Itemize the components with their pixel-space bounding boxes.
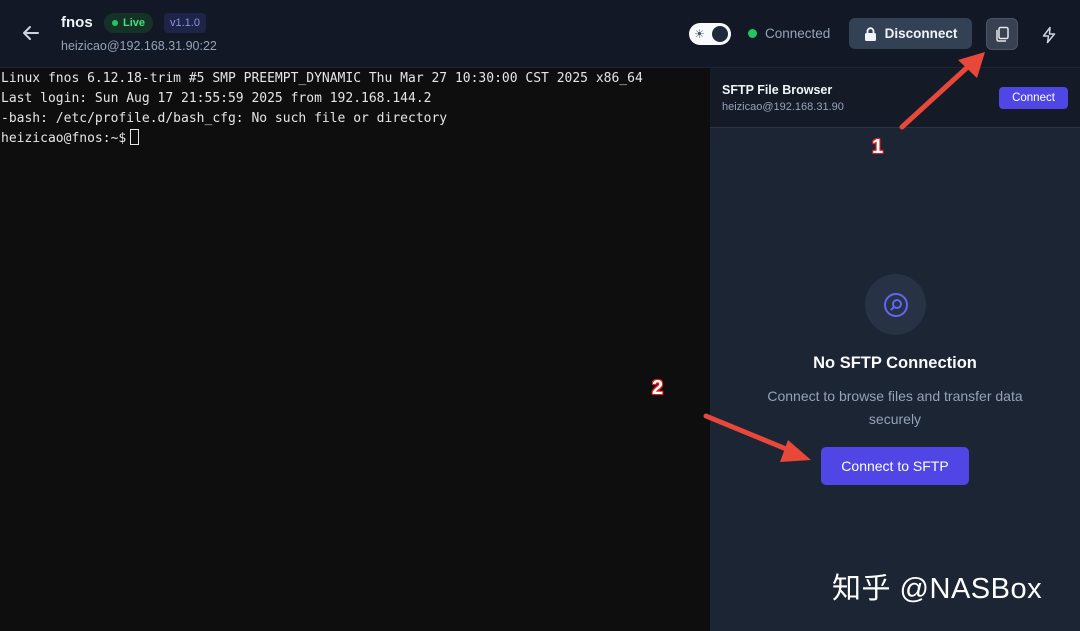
sftp-panel-header: SFTP File Browser heizicao@192.168.31.90… xyxy=(710,68,1080,128)
live-label: Live xyxy=(123,17,146,29)
step-2-label: 2 xyxy=(652,377,664,399)
watermark: 知乎 @NASBox xyxy=(832,573,1043,605)
sun-icon: ☀ xyxy=(694,27,705,41)
toggle-knob xyxy=(712,26,728,42)
empty-state-title: No SFTP Connection xyxy=(813,354,977,372)
terminal[interactable]: Linux fnos 6.12.18-trim #5 SMP PREEMPT_D… xyxy=(0,68,710,631)
version-badge: v1.1.0 xyxy=(164,13,206,33)
back-arrow-icon xyxy=(23,26,39,40)
disconnect-button[interactable]: Disconnect xyxy=(849,18,972,49)
disconnect-label: Disconnect xyxy=(884,26,958,41)
session-title: fnos xyxy=(61,14,93,31)
sftp-empty-icon xyxy=(865,274,926,335)
live-dot-icon xyxy=(112,20,118,26)
connection-status-label: Connected xyxy=(765,26,831,41)
session-header: fnos Live v1.1.0 heizicao@192.168.31.90:… xyxy=(0,0,1080,68)
search-icon xyxy=(883,292,908,317)
sftp-panel-toggle-button[interactable] xyxy=(986,18,1018,50)
lightning-icon xyxy=(1042,26,1056,44)
lock-icon xyxy=(864,26,876,41)
session-host: heizicao@192.168.31.90:22 xyxy=(61,39,217,53)
live-badge: Live xyxy=(104,13,154,33)
connection-status: Connected xyxy=(748,26,830,41)
quick-actions-button[interactable] xyxy=(1036,22,1062,48)
sftp-connect-button[interactable]: Connect xyxy=(999,87,1068,109)
terminal-prompt: heizicao@fnos:~$ xyxy=(1,131,127,146)
terminal-cursor xyxy=(130,129,140,145)
connect-to-sftp-button[interactable]: Connect to SFTP xyxy=(821,447,969,485)
copy-icon xyxy=(996,26,1009,42)
theme-toggle[interactable]: ☀ xyxy=(689,23,731,45)
empty-state-description: Connect to browse files and transfer dat… xyxy=(767,388,1023,427)
terminal-line: -bash: /etc/profile.d/bash_cfg: No such … xyxy=(1,111,448,126)
terminal-line: Linux fnos 6.12.18-trim #5 SMP PREEMPT_D… xyxy=(1,71,643,86)
terminal-line: Last login: Sun Aug 17 21:55:59 2025 fro… xyxy=(1,91,432,106)
sftp-panel: SFTP File Browser heizicao@192.168.31.90… xyxy=(710,68,1080,631)
terminal-prompt-line: heizicao@fnos:~$ xyxy=(1,129,710,149)
status-dot-icon xyxy=(748,29,757,38)
sftp-panel-title: SFTP File Browser xyxy=(722,83,833,97)
step-1-label: 1 xyxy=(872,136,884,158)
sftp-panel-host: heizicao@192.168.31.90 xyxy=(722,101,844,113)
back-button[interactable] xyxy=(18,20,44,46)
